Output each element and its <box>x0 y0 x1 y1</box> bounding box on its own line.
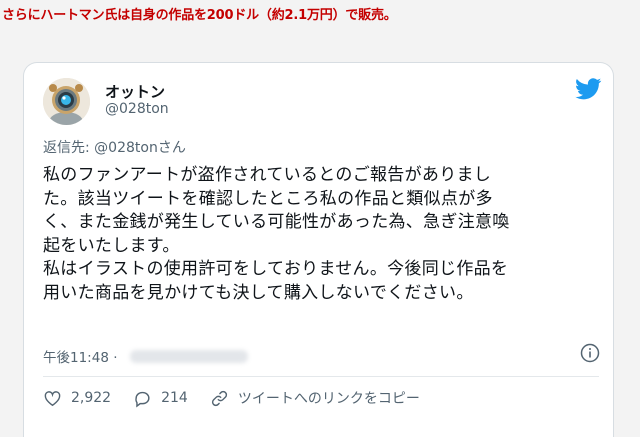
tweet-text-line: 私はイラストの使用許可をしておりません。今後同じ作品を <box>43 259 509 279</box>
article-headline: さらにハートマン氏は自身の作品を200ドル（約2.1万円）で販売。 <box>2 8 397 23</box>
copy-link-icon <box>211 390 227 406</box>
twitter-bird-icon[interactable] <box>575 78 602 100</box>
info-icon[interactable] <box>580 343 600 363</box>
reply-prefix: 返信先: <box>43 140 95 156</box>
tweet-meta: 午後11:48 · <box>43 346 248 366</box>
tweet-text-line: 起をいたします。 <box>43 235 180 256</box>
tweet-text-line: 用いた商品を見かけても決して購入しないでください。 <box>43 282 474 303</box>
embedded-tweet-card[interactable]: オットン @028ton 返信先: @028tonさん 私のファンアートが盗作さ… <box>23 62 614 437</box>
reply-count: 214 <box>161 390 188 406</box>
tweet-text-line: く、また金銭が発生している可能性があった為、急ぎ注意喚 <box>43 212 510 232</box>
display-name[interactable]: オットン <box>105 81 165 102</box>
like-button[interactable]: 2,922 <box>43 389 111 408</box>
like-count: 2,922 <box>71 390 112 406</box>
tweet-text-line: た。該当ツイートを確認したところ私の作品と類似点が多 <box>43 188 493 209</box>
reply-handle-link[interactable]: @028tonさん <box>94 140 186 156</box>
divider <box>43 376 599 377</box>
reply-button[interactable]: 214 <box>133 389 188 408</box>
tweet-text-line: 私のファンアートが盗作されているとのご報告がありまし <box>43 165 492 185</box>
reply-bubble-icon <box>135 391 150 407</box>
blurred-date <box>129 349 248 363</box>
tweet-actions: 2,922 214 ツイートへのリンクをコピー <box>43 387 420 409</box>
copy-link-label: ツイートへのリンクをコピー <box>237 391 420 407</box>
tweet-time[interactable]: 午後11:48 · <box>43 346 118 366</box>
reply-context: 返信先: @028tonさん <box>43 137 186 157</box>
tweet-text: 私のファンアートが盗作されているとのご報告がありまし た。該当ツイートを確認した… <box>43 164 608 305</box>
avatar[interactable] <box>43 78 90 125</box>
copy-link-button[interactable]: ツイートへのリンクをコピー <box>210 388 420 408</box>
heart-icon <box>44 390 61 406</box>
user-handle[interactable]: @028ton <box>105 101 169 117</box>
